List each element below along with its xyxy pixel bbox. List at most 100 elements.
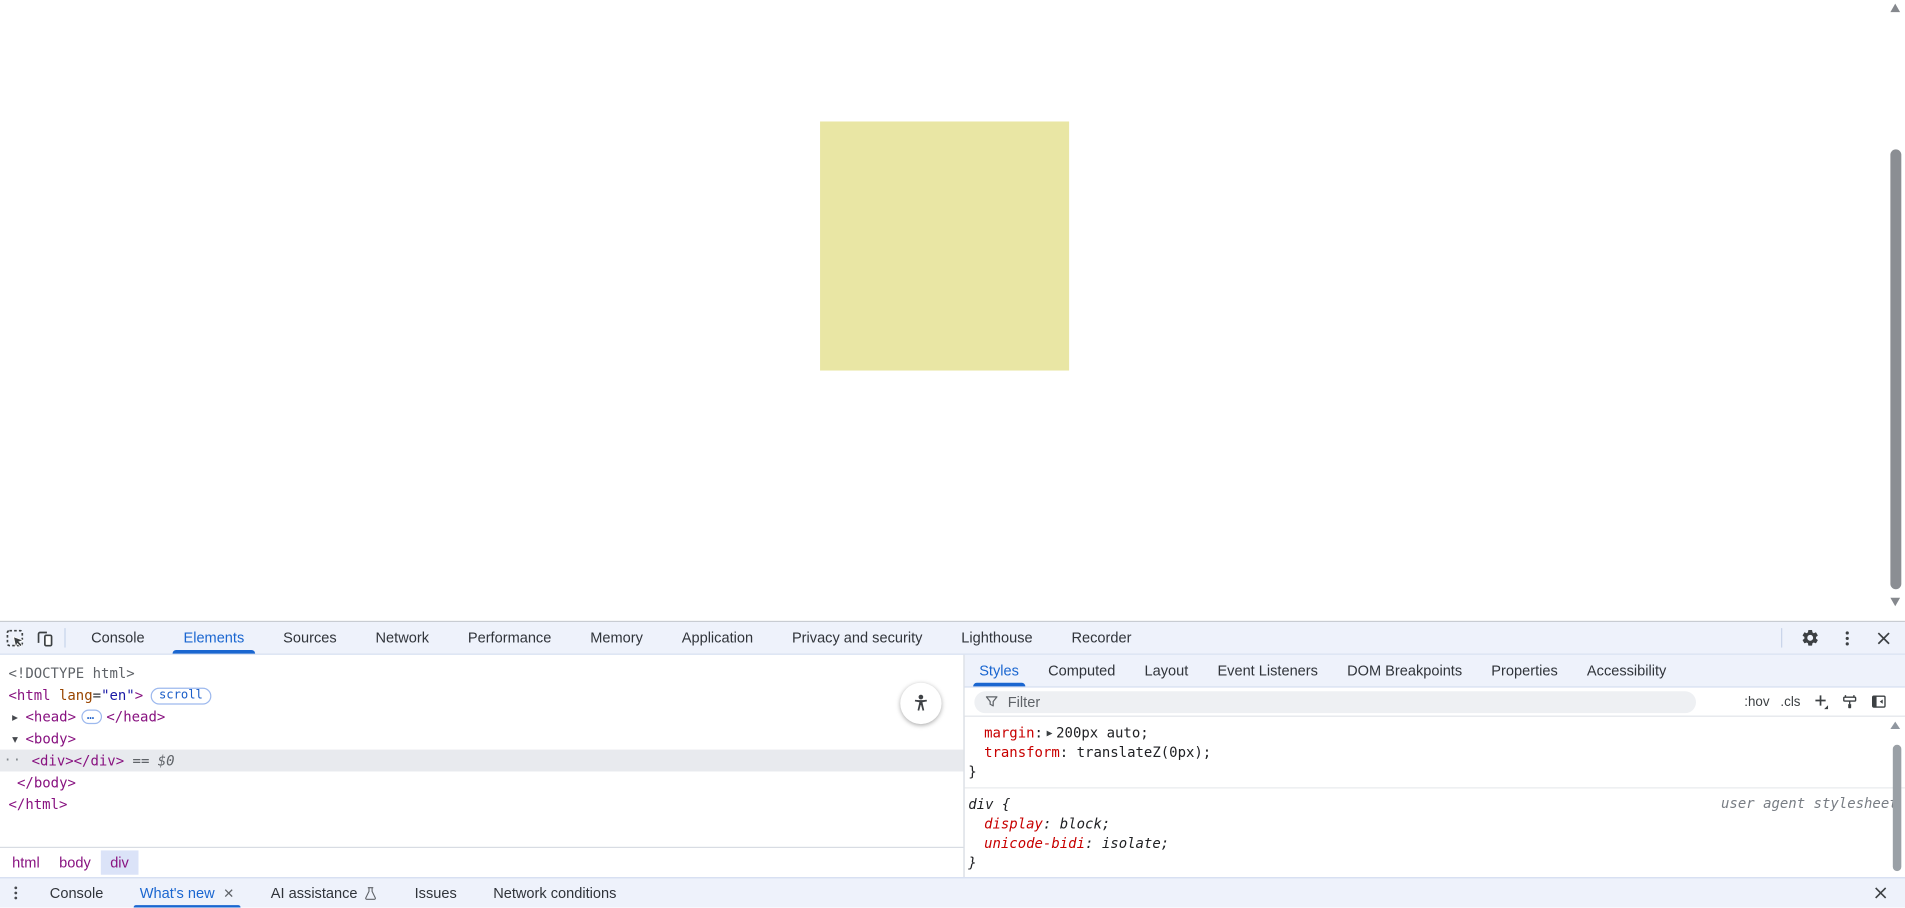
drawer-menu-icon[interactable] <box>0 879 32 907</box>
css-property-value[interactable]: translateZ(0px); <box>1077 744 1212 761</box>
rendering-emulations-icon[interactable] <box>1841 692 1859 710</box>
sidebar-tab-styles[interactable]: Styles <box>965 655 1034 687</box>
filter-funnel-icon <box>984 694 999 710</box>
styles-filter-input[interactable] <box>1005 692 1686 711</box>
styles-filter-field[interactable] <box>974 691 1696 713</box>
sidebar-tab-accessibility[interactable]: Accessibility <box>1572 655 1681 687</box>
drawer-tab-what-s-new[interactable]: What's new✕ <box>122 878 253 907</box>
tab-network[interactable]: Network <box>356 622 448 654</box>
styles-scrollbar-up-arrow-icon[interactable] <box>1890 722 1900 729</box>
css-property-name[interactable]: transform <box>984 744 1060 761</box>
devtools-drawer: Console What's new✕ AI assistance Issues Net… <box>0 877 1905 907</box>
settings-gear-icon[interactable] <box>1796 624 1825 652</box>
scrollbar-up-arrow-icon[interactable] <box>1890 4 1900 13</box>
breadcrumb-item-html[interactable]: html <box>2 850 49 874</box>
css-property-line[interactable]: margin:▶200px auto; <box>965 723 1905 742</box>
tab-label: Performance <box>468 629 551 646</box>
collapsed-children-ellipsis[interactable]: … <box>81 710 102 725</box>
dom-tree-row[interactable]: <!DOCTYPE html> <box>0 662 963 684</box>
close-devtools-icon[interactable] <box>1869 624 1898 652</box>
toggle-element-classes-button[interactable]: .cls <box>1780 694 1800 709</box>
breadcrumb-item-div[interactable]: div <box>100 850 138 874</box>
styles-sidebar-tabs: StylesComputedLayoutEvent Listeners DOM B… <box>965 655 1905 688</box>
tab-label: AI assistance <box>271 884 358 901</box>
code-token: </head> <box>106 708 165 725</box>
sidebar-tab-dom-breakpoints[interactable]: DOM Breakpoints <box>1333 655 1477 687</box>
tab-privacy-and-security[interactable]: Privacy and security <box>773 622 942 654</box>
close-tab-icon[interactable]: ✕ <box>223 885 234 901</box>
css-property-name[interactable]: unicode-bidi <box>984 835 1085 852</box>
tab-label: Sources <box>283 629 336 646</box>
dom-tree-row[interactable]: </html> <box>0 793 963 815</box>
more-options-icon[interactable] <box>1832 624 1861 652</box>
shorthand-expander-icon[interactable]: ▶ <box>1047 724 1053 743</box>
tab-label: Network conditions <box>493 884 616 901</box>
tab-sources[interactable]: Sources <box>264 622 356 654</box>
sidebar-tab-computed[interactable]: Computed <box>1034 655 1130 687</box>
stylesheet-origin-label: user agent stylesheet <box>1721 795 1898 812</box>
devtools-toolbar: ConsoleElements Sources Network Performance… <box>0 622 1905 655</box>
tab-performance[interactable]: Performance <box>448 622 570 654</box>
dom-breadcrumb: htmlbodydiv <box>0 847 963 877</box>
tab-elements[interactable]: Elements <box>164 622 264 654</box>
css-property-value[interactable]: block; <box>1060 815 1110 832</box>
viewport: ConsoleElementsSourcesNetworkPerformance… <box>0 0 1905 908</box>
tab-memory[interactable]: Memory <box>571 622 663 654</box>
css-property-line[interactable]: unicode-bidi: isolate; <box>965 833 1905 852</box>
styles-sidebar-pane: StylesComputedLayoutEvent Listeners DOM B… <box>963 655 1905 877</box>
css-close-brace: } <box>965 762 1905 781</box>
close-drawer-icon[interactable] <box>1866 879 1895 907</box>
css-property-line[interactable]: transform: translateZ(0px); <box>965 742 1905 761</box>
elements-tree-pane: <!DOCTYPE html><html lang="en">scroll▶<h… <box>0 655 963 877</box>
toggle-pseudo-classes-button[interactable]: :hov <box>1744 694 1769 709</box>
dom-tree-row[interactable]: </body> <box>0 771 963 793</box>
punctuation: : <box>1043 815 1051 832</box>
drawer-tab-network-conditions[interactable]: Network conditions <box>475 878 635 907</box>
breadcrumb-item-body[interactable]: body <box>49 850 100 874</box>
inspect-element-icon[interactable] <box>0 624 29 652</box>
dom-tree-row[interactable]: ▶<head>…</head> <box>0 706 963 728</box>
tab-label: Recorder <box>1072 629 1132 646</box>
tab-recorder[interactable]: Recorder <box>1052 622 1151 654</box>
dom-tree-row[interactable]: ▼<body> <box>0 728 963 750</box>
drawer-tabs: Console What's new✕ AI assistance Issues Net… <box>32 878 635 907</box>
sidebar-tab-event-listeners[interactable]: Event Listeners <box>1203 655 1333 687</box>
new-style-rule-icon[interactable] <box>1811 692 1829 710</box>
tab-lighthouse[interactable]: Lighthouse <box>942 622 1052 654</box>
sidebar-tab-layout[interactable]: Layout <box>1130 655 1203 687</box>
tab-label: DOM Breakpoints <box>1347 662 1462 679</box>
show-computed-sidebar-icon[interactable] <box>1870 692 1888 710</box>
page-scrollbar[interactable] <box>1887 0 1905 620</box>
accessibility-overlay-button[interactable] <box>900 683 941 724</box>
row-gutter-dots: ·· <box>4 750 23 772</box>
web-page <box>0 0 1905 621</box>
scroll-adorner-badge[interactable]: scroll <box>150 688 211 705</box>
css-property-name[interactable]: display <box>984 815 1043 832</box>
page-scrollbar-thumb[interactable] <box>1890 149 1901 589</box>
drawer-tab-issues[interactable]: Issues <box>396 878 475 907</box>
dom-tree-row[interactable]: <html lang="en">scroll <box>0 684 963 706</box>
expander-down-icon[interactable]: ▼ <box>12 729 25 751</box>
tab-label: Console <box>50 884 103 901</box>
tab-label: Issues <box>415 884 457 901</box>
tab-label: Application <box>682 629 753 646</box>
active-tab-underline <box>134 904 241 907</box>
punctuation: : <box>1060 744 1068 761</box>
css-property-name[interactable]: margin <box>984 724 1034 741</box>
punctuation: : <box>1035 724 1043 741</box>
css-property-value[interactable]: 200px auto; <box>1056 724 1149 741</box>
tab-console[interactable]: Console <box>72 622 164 654</box>
scrollbar-down-arrow-icon[interactable] <box>1890 598 1900 607</box>
styles-scrollbar-thumb[interactable] <box>1893 745 1902 871</box>
drawer-tab-console[interactable]: Console <box>32 878 122 907</box>
css-property-line[interactable]: display: block; <box>965 814 1905 833</box>
css-property-value[interactable]: isolate; <box>1102 835 1169 852</box>
tab-label: Network <box>376 629 429 646</box>
punctuation: : <box>1085 835 1093 852</box>
expander-right-icon[interactable]: ▶ <box>12 707 25 729</box>
dom-tree-row-selected[interactable]: ··<div></div> == $0 <box>0 750 963 772</box>
sidebar-tab-properties[interactable]: Properties <box>1477 655 1573 687</box>
device-toolbar-icon[interactable] <box>29 624 58 652</box>
tab-application[interactable]: Application <box>662 622 772 654</box>
drawer-tab-ai-assistance[interactable]: AI assistance <box>253 878 397 907</box>
